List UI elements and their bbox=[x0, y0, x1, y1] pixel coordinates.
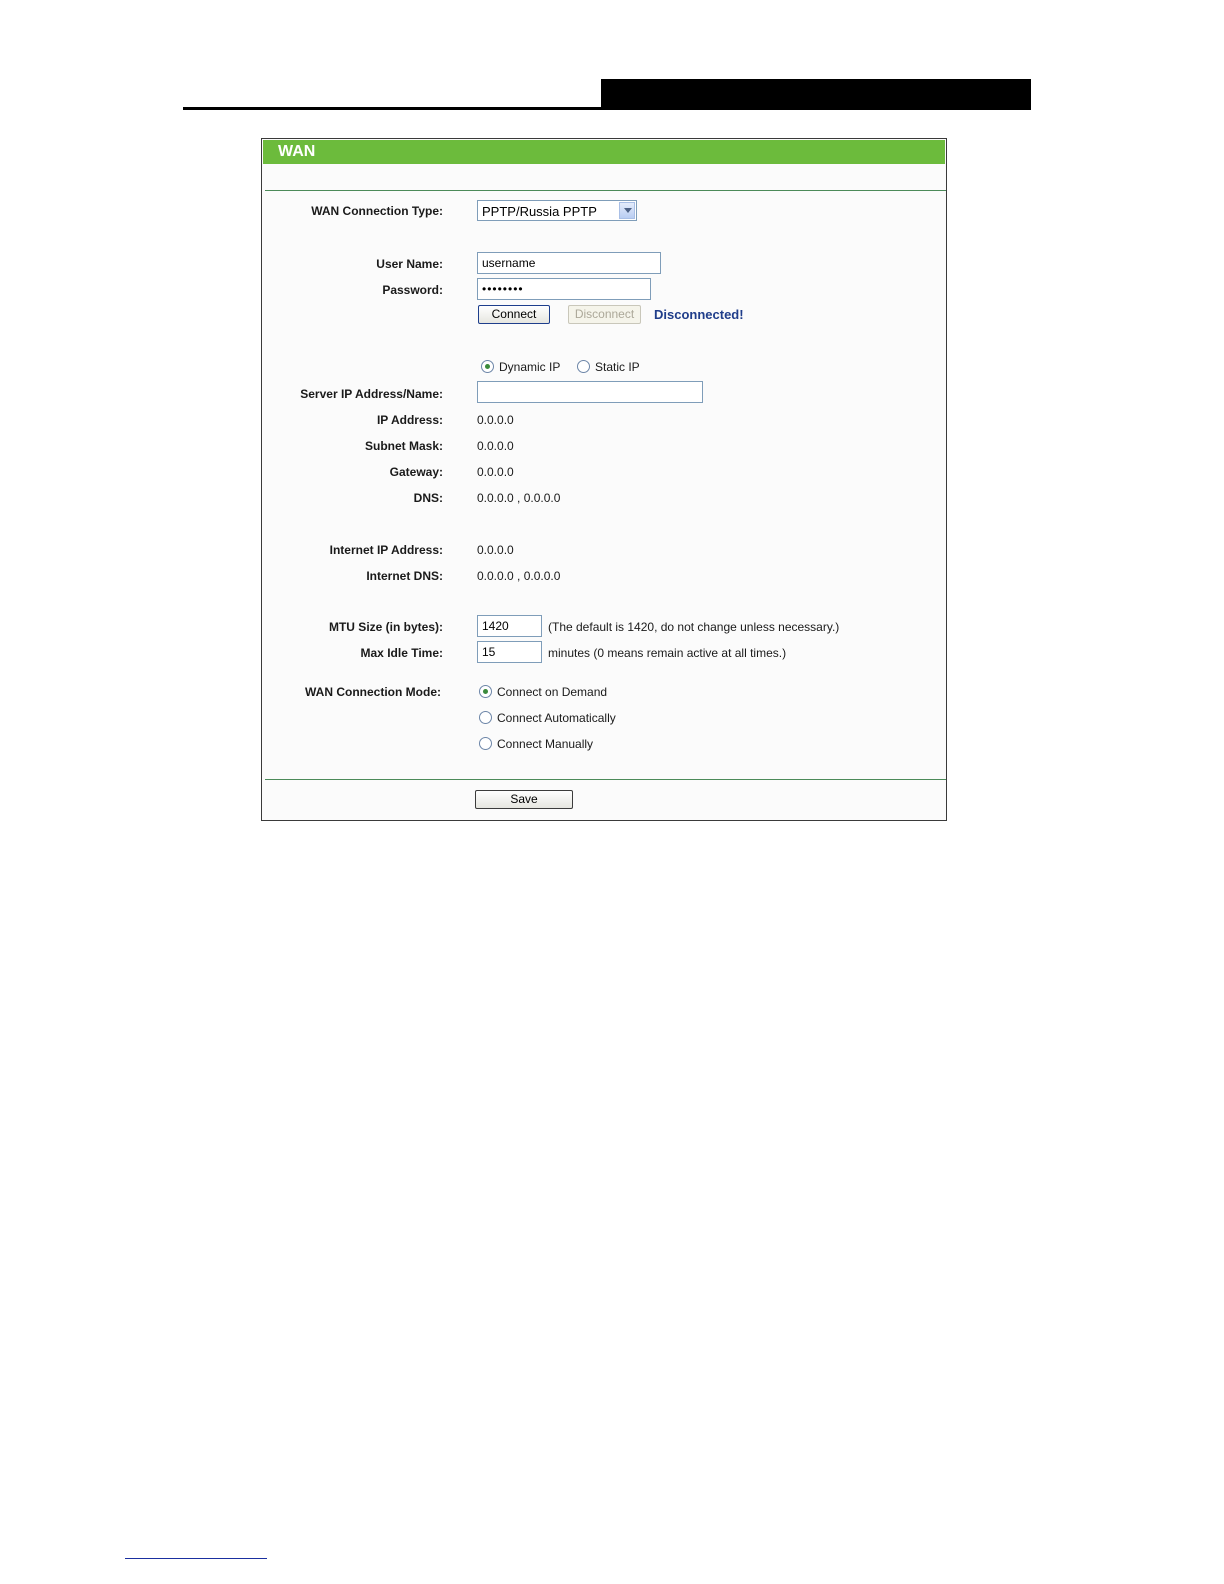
connect-on-demand-label: Connect on Demand bbox=[497, 685, 608, 699]
connect-on-demand-radio[interactable] bbox=[479, 685, 492, 698]
document-header-block bbox=[601, 79, 1031, 110]
static-ip-label: Static IP bbox=[595, 360, 640, 374]
gateway-value: 0.0.0.0 bbox=[477, 465, 514, 479]
max-idle-time-hint: minutes (0 means remain active at all ti… bbox=[548, 646, 787, 660]
internet-ip-label: Internet IP Address: bbox=[329, 543, 443, 557]
chevron-down-icon[interactable] bbox=[619, 202, 635, 219]
bottom-divider bbox=[265, 779, 946, 780]
connect-automatically-label: Connect Automatically bbox=[497, 711, 616, 725]
document-header-rule bbox=[183, 107, 1031, 110]
connect-button[interactable]: Connect bbox=[478, 305, 550, 324]
dns-label: DNS: bbox=[413, 491, 443, 505]
gateway-label: Gateway: bbox=[389, 465, 443, 479]
save-button[interactable]: Save bbox=[475, 790, 573, 809]
disconnect-button[interactable]: Disconnect bbox=[568, 305, 641, 324]
wan-connection-mode-label: WAN Connection Mode: bbox=[305, 685, 441, 699]
user-name-label: User Name: bbox=[376, 257, 443, 271]
connect-automatically-radio[interactable] bbox=[479, 711, 492, 724]
internet-dns-value: 0.0.0.0 , 0.0.0.0 bbox=[477, 569, 561, 583]
wan-connection-type-value: PPTP/Russia PPTP bbox=[482, 204, 597, 219]
server-ip-label: Server IP Address/Name: bbox=[300, 387, 443, 401]
wan-connection-type-select[interactable]: PPTP/Russia PPTP bbox=[477, 200, 637, 221]
subnet-mask-label: Subnet Mask: bbox=[364, 439, 443, 453]
static-ip-radio[interactable] bbox=[577, 360, 590, 373]
ip-address-value: 0.0.0.0 bbox=[477, 413, 514, 427]
panel-title: WAN bbox=[263, 140, 945, 164]
server-ip-input[interactable] bbox=[477, 381, 703, 403]
connect-manually-label: Connect Manually bbox=[497, 737, 594, 751]
internet-ip-value: 0.0.0.0 bbox=[477, 543, 514, 557]
connection-status: Disconnected! bbox=[654, 307, 744, 322]
internet-dns-label: Internet DNS: bbox=[366, 569, 443, 583]
mtu-size-hint: (The default is 1420, do not change unle… bbox=[548, 620, 840, 634]
password-input[interactable] bbox=[477, 278, 651, 300]
subnet-mask-value: 0.0.0.0 bbox=[477, 439, 514, 453]
wan-connection-type-label: WAN Connection Type: bbox=[311, 204, 443, 218]
password-label: Password: bbox=[382, 283, 443, 297]
top-divider bbox=[265, 190, 946, 191]
connect-manually-radio[interactable] bbox=[479, 737, 492, 750]
document-footer-underline bbox=[125, 1558, 267, 1559]
mtu-size-input[interactable] bbox=[477, 615, 542, 637]
ip-address-label: IP Address: bbox=[376, 413, 443, 427]
wan-settings-panel: WAN WAN Connection Type: PPTP/Russia PPT… bbox=[261, 138, 947, 821]
dns-value: 0.0.0.0 , 0.0.0.0 bbox=[477, 491, 561, 505]
user-name-input[interactable] bbox=[477, 252, 661, 274]
dynamic-ip-radio[interactable] bbox=[481, 360, 494, 373]
max-idle-time-label: Max Idle Time: bbox=[360, 646, 443, 660]
mtu-size-label: MTU Size (in bytes): bbox=[328, 620, 443, 634]
max-idle-time-input[interactable] bbox=[477, 641, 542, 663]
dynamic-ip-label: Dynamic IP bbox=[499, 360, 561, 374]
